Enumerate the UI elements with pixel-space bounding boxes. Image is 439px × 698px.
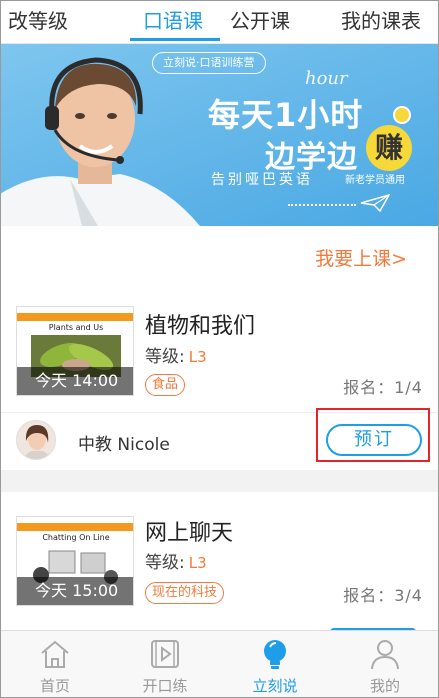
bulb-icon [264, 640, 286, 669]
nav-me-label: 我的 [369, 677, 400, 695]
banner-headline-1: 每天1小时 [208, 96, 364, 134]
active-tab-indicator [130, 38, 220, 41]
thumbnail-header-bar [17, 313, 133, 321]
go-to-class-link[interactable]: 我要上课> [315, 244, 407, 271]
course-card[interactable]: Chatting On Line 今天 15:00 网上聊天 等级: L3 现在的… [0, 492, 439, 628]
enrollment-count: 报名：1/4 [343, 378, 423, 397]
thumbnail-header-bar [17, 523, 133, 531]
enrollment-count: 报名：3/4 [343, 586, 423, 605]
banner-dotted-line [288, 204, 356, 206]
teacher-name: 中教 Nicole [78, 435, 170, 455]
thumbnail-caption: Chatting On Line [42, 533, 110, 542]
banner-hour-word: hour [305, 68, 348, 89]
level-value: L3 [188, 554, 207, 572]
nav-speak-now-label: 立刻说 [252, 677, 298, 695]
course-thumbnail[interactable]: Chatting On Line 今天 15:00 [16, 516, 134, 606]
course-time: 今天 14:00 [17, 367, 133, 395]
banner-slogan: 告别哑巴英语 [211, 172, 313, 188]
banner-camp-pill: 立刻说·口语训练营 [152, 52, 266, 74]
coin-icon [393, 106, 411, 124]
promo-banner[interactable]: 立刻说·口语训练营 hour 每天1小时 边学边 赚 告别哑巴英语 新老学员通用 [0, 44, 439, 226]
bottom-nav: 首页 开口练 立刻说 我的 [0, 630, 439, 698]
top-tab-bar: 改等级 口语课 公开课 我的课表 [0, 0, 439, 44]
level-value: L3 [188, 348, 207, 366]
course-topic-tag: 现在的科技 [145, 582, 225, 604]
course-thumbnail[interactable]: Plants and Us 今天 14:00 [16, 306, 134, 396]
course-topic-tag: 食品 [145, 374, 186, 396]
course-card[interactable]: Plants and Us 今天 14:00 植物和我们 等级: L3 食品 报名… [0, 290, 439, 470]
course-time: 今天 15:00 [17, 577, 133, 605]
course-title[interactable]: 网上聊天 [145, 515, 233, 547]
play-icon [151, 640, 179, 668]
teacher-avatar[interactable] [16, 420, 56, 460]
course-level: 等级: L3 [145, 342, 207, 367]
paper-plane-icon [360, 194, 390, 212]
home-icon [41, 640, 69, 668]
banner-tag: 新老学员通用 [345, 175, 405, 186]
nav-practice[interactable]: 开口练 [110, 631, 220, 698]
book-button[interactable]: 预订 [326, 424, 422, 456]
nav-home[interactable]: 首页 [0, 631, 110, 698]
nav-me[interactable]: 我的 [330, 631, 439, 698]
level-label: 等级: [145, 553, 185, 573]
nav-home-label: 首页 [39, 677, 70, 695]
tab-oral-class[interactable]: 口语课 [143, 6, 203, 36]
tab-change-level[interactable]: 改等级 [8, 6, 68, 36]
go-to-class-row: 我要上课> [0, 226, 439, 290]
level-label: 等级: [145, 347, 185, 367]
tab-public-class[interactable]: 公开课 [230, 6, 290, 36]
thumbnail-caption: Plants and Us [48, 323, 104, 332]
person-icon [371, 640, 399, 670]
banner-earn-badge: 赚 [366, 125, 412, 171]
course-level: 等级: L3 [145, 548, 207, 573]
course-title[interactable]: 植物和我们 [145, 308, 255, 340]
nav-practice-label: 开口练 [142, 677, 188, 695]
tab-my-schedule[interactable]: 我的课表 [341, 6, 421, 36]
nav-speak-now[interactable]: 立刻说 [220, 631, 330, 698]
